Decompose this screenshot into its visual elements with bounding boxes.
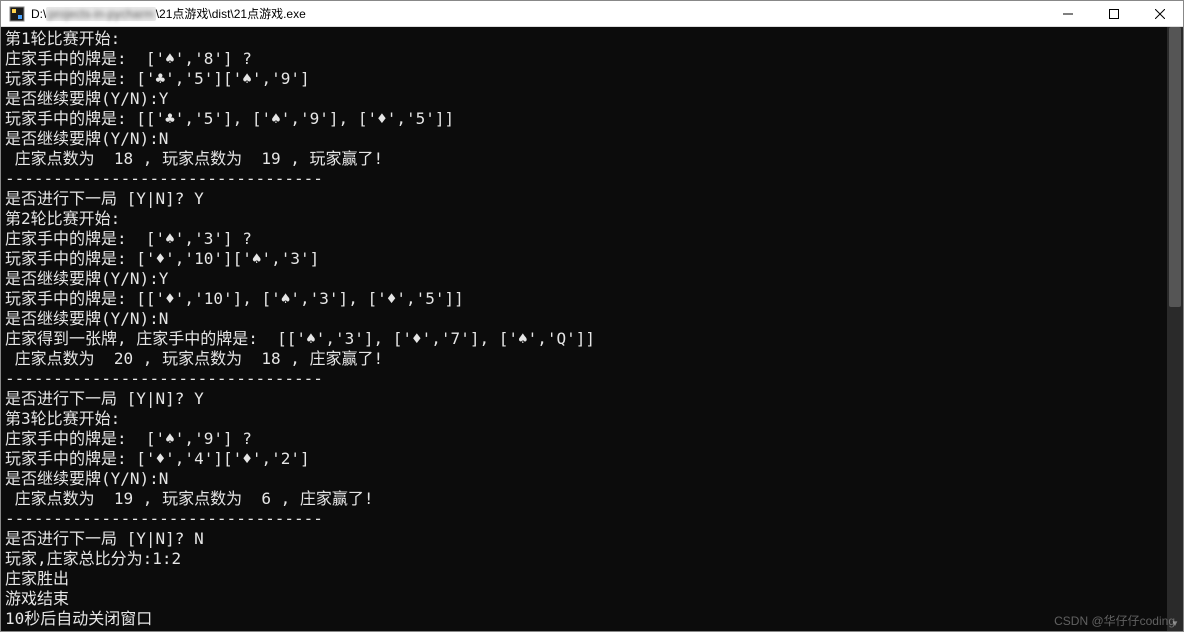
window-controls: [1045, 1, 1183, 26]
close-button[interactable]: [1137, 1, 1183, 26]
path-prefix: D:\: [31, 7, 46, 21]
app-icon: [9, 6, 25, 22]
path-blurred: projects-in-pycharm: [46, 7, 155, 21]
console-output[interactable]: 第1轮比赛开始: 庄家手中的牌是: ['♠','8'] ? 玩家手中的牌是: […: [1, 27, 1167, 631]
scroll-thumb[interactable]: [1169, 27, 1181, 307]
console-area: 第1轮比赛开始: 庄家手中的牌是: ['♠','8'] ? 玩家手中的牌是: […: [1, 27, 1183, 631]
vertical-scrollbar[interactable]: ▲ ▼: [1167, 27, 1183, 631]
titlebar[interactable]: D:\projects-in-pycharm\21点游戏\dist\21点游戏.…: [1, 1, 1183, 27]
maximize-button[interactable]: [1091, 1, 1137, 26]
minimize-button[interactable]: [1045, 1, 1091, 26]
path-suffix: \21点游戏\dist\21点游戏.exe: [156, 7, 306, 21]
window-title: D:\projects-in-pycharm\21点游戏\dist\21点游戏.…: [31, 5, 1045, 22]
scroll-down-arrow[interactable]: ▼: [1167, 615, 1183, 631]
app-window: D:\projects-in-pycharm\21点游戏\dist\21点游戏.…: [0, 0, 1184, 632]
